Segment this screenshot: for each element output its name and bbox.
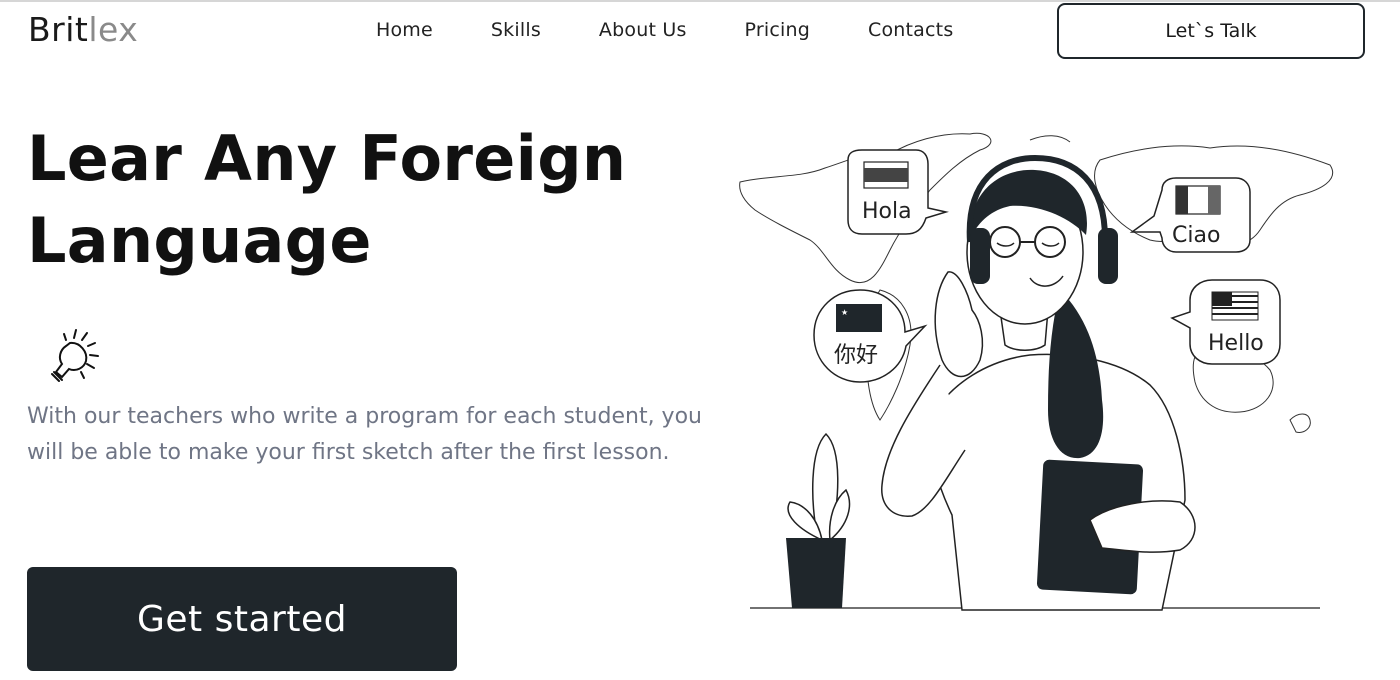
lightbulb-icon [51, 329, 99, 382]
language-learning-illustration: Hola Ciao ★ 你好 Hello [739, 132, 1333, 611]
main-nav: Home Skills About Us Pricing Contacts [376, 19, 1011, 41]
bubble-chinese: ★ 你好 [813, 289, 928, 383]
svg-text:★: ★ [841, 308, 848, 317]
bubble-ciao-text: Ciao [1172, 223, 1220, 248]
nav-home[interactable]: Home [376, 19, 433, 41]
lets-talk-button[interactable]: Let`s Talk [1057, 3, 1365, 59]
nav-skills[interactable]: Skills [491, 19, 541, 41]
nav-pricing[interactable]: Pricing [745, 19, 810, 41]
logo-text-primary: Brit [28, 10, 89, 49]
bubble-hola-text: Hola [862, 199, 912, 224]
nav-about-us[interactable]: About Us [599, 19, 687, 41]
hero-title-line1: Lear Any Foreign [27, 122, 627, 195]
potted-plant [786, 432, 851, 608]
logo-text-secondary: lex [88, 10, 139, 49]
get-started-button[interactable]: Get started [27, 567, 457, 671]
bubble-chinese-text: 你好 [834, 343, 878, 368]
top-divider [0, 0, 1400, 2]
bubble-ciao: Ciao [1129, 177, 1251, 253]
hero-title: Lear Any Foreign Language [27, 118, 667, 282]
bubble-hello-text: Hello [1208, 331, 1264, 356]
bubble-hola: Hola [847, 149, 949, 235]
nav-contacts[interactable]: Contacts [868, 19, 953, 41]
bubble-hello: Hello [1170, 279, 1281, 365]
hero-description: With our teachers who write a program fo… [27, 404, 702, 465]
brand-logo[interactable]: Britlex [28, 10, 138, 49]
hero-title-line2: Language [27, 204, 372, 277]
